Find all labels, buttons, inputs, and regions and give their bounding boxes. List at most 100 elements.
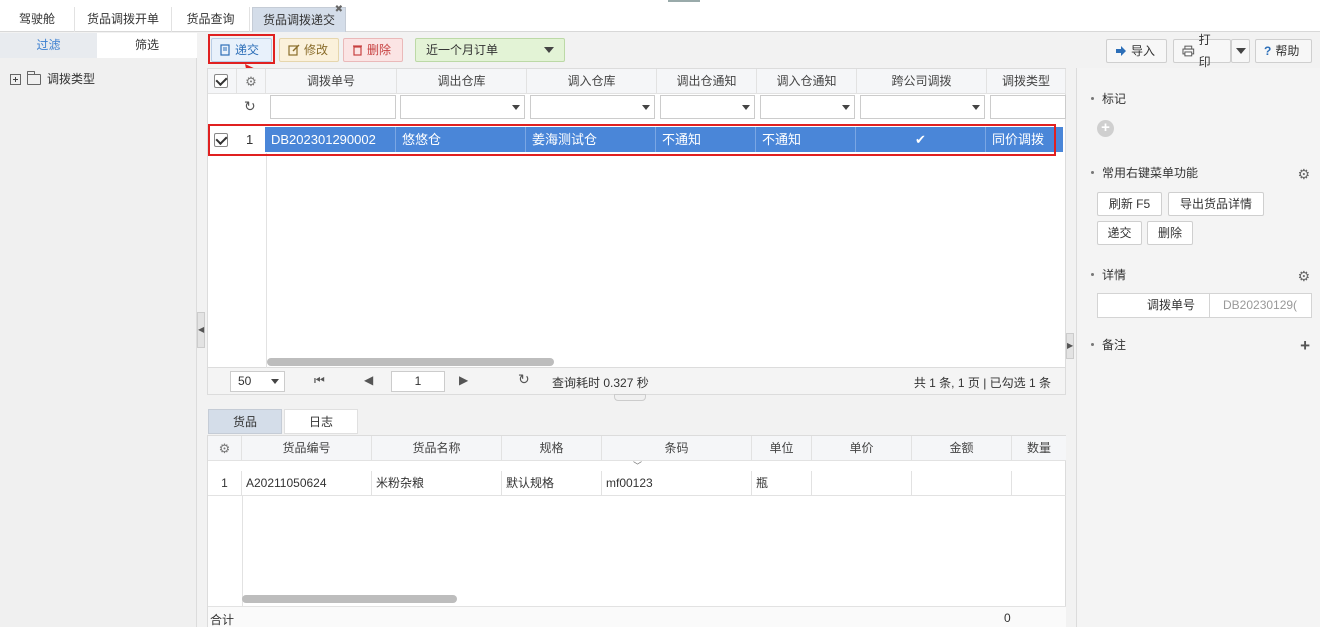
transfer-order-grid: ⚙ 调拨单号 调出仓库 调入仓库 调出仓通知 调入仓通知 跨公司调拨 调拨类型 … — [207, 68, 1066, 368]
tab-screen[interactable]: 筛选 — [97, 33, 197, 58]
header-select-all[interactable] — [208, 69, 237, 94]
summary-row: 合计 0 — [208, 606, 1066, 627]
chevron-down-icon — [842, 105, 850, 110]
export-goods-detail-button[interactable]: 导出货品详情 — [1168, 192, 1264, 216]
record-summary: 共 1 条, 1 页 | 已勾选 1 条 — [913, 376, 1051, 390]
menu-submit-button[interactable]: 递交 — [1097, 221, 1142, 245]
first-page-icon[interactable]: ⏮ — [314, 373, 325, 388]
goods-column-header[interactable]: 单位 — [752, 436, 812, 461]
add-mark-icon[interactable]: + — [1097, 120, 1114, 137]
filter-out-notice[interactable] — [660, 95, 755, 119]
column-settings[interactable]: ⚙ — [237, 69, 266, 94]
column-header[interactable]: 调出仓通知 — [657, 69, 757, 94]
close-icon[interactable]: ✖ — [335, 4, 343, 16]
page-number-input[interactable]: 1 — [391, 371, 445, 392]
tree-item-transfer-type[interactable]: 调拨类型 — [10, 70, 95, 87]
section-mark: 标记 — [1091, 90, 1126, 107]
column-divider — [242, 496, 243, 606]
add-note-icon[interactable]: + — [1300, 337, 1310, 354]
column-header[interactable]: 调拨类型 — [987, 69, 1066, 94]
column-header[interactable]: 调入仓通知 — [757, 69, 857, 94]
gear-icon[interactable]: ⚙ — [1297, 166, 1310, 183]
import-icon — [1116, 46, 1126, 56]
delete-button[interactable]: 删除 — [343, 38, 403, 62]
column-header[interactable]: 调出仓库 — [397, 69, 527, 94]
print-dropdown-button[interactable] — [1231, 39, 1250, 63]
right-side-panel: 标记 + 常用右键菜单功能 ⚙ 刷新 F5 导出货品详情 递交 删除 详情 ⚙ … — [1076, 68, 1320, 627]
chevron-down-icon — [1236, 48, 1246, 54]
gear-icon[interactable]: ⚙ — [245, 74, 257, 89]
filter-cross-company[interactable] — [860, 95, 985, 119]
tab-goods-query[interactable]: 货品查询 — [172, 7, 250, 32]
tab-goods[interactable]: 货品 — [208, 409, 282, 434]
goods-column-header[interactable]: 单价 — [812, 436, 912, 461]
trash-icon — [353, 45, 362, 56]
top-drag-handle — [668, 0, 700, 2]
edit-icon — [288, 44, 300, 56]
horizontal-scrollbar[interactable] — [242, 595, 457, 603]
help-label: 帮助 — [1275, 44, 1300, 58]
gear-icon[interactable]: ⚙ — [219, 441, 231, 456]
tab-filter[interactable]: 过滤 — [0, 33, 97, 58]
print-button[interactable]: 打印 — [1173, 33, 1231, 69]
left-filter-panel: 过滤 筛选 调拨类型 — [0, 33, 197, 627]
chevron-down-icon — [271, 379, 279, 384]
help-icon: ? — [1264, 44, 1272, 58]
bullet-icon — [1091, 343, 1094, 346]
goods-column-header[interactable]: 规格 — [502, 436, 602, 461]
section-menu-title: 常用右键菜单功能 — [1102, 166, 1199, 180]
edit-button[interactable]: 修改 — [279, 38, 339, 62]
filter-transfer-type[interactable] — [990, 95, 1066, 119]
import-button[interactable]: 导入 — [1106, 39, 1167, 63]
sum-value: 0 — [1004, 611, 1011, 625]
section-note: 备注 — [1091, 336, 1126, 353]
tab-log[interactable]: 日志 — [284, 409, 358, 434]
goods-column-settings[interactable]: ⚙ — [208, 436, 242, 461]
collapse-left-handle[interactable]: ◀ — [197, 312, 205, 348]
prev-page-icon[interactable]: ◀ — [364, 373, 373, 387]
cell-goods-barcode: mf00123 — [602, 471, 752, 496]
column-header[interactable]: 跨公司调拨 — [857, 69, 987, 94]
filter-out-warehouse[interactable] — [400, 95, 525, 119]
horizontal-scrollbar[interactable] — [267, 358, 554, 366]
goods-grid: ⚙ 货品编号 货品名称 规格 条码 单位 单价 金额 数量 ﹀ 1 A20211… — [207, 435, 1066, 627]
select-all-checkbox[interactable] — [214, 74, 228, 88]
tab-transfer-submit[interactable]: 货品调拨递交 ✖ — [252, 4, 346, 32]
column-header[interactable]: 调入仓库 — [527, 69, 657, 94]
detail-field: 调拨单号 DB20230129( — [1097, 293, 1312, 318]
table-row[interactable]: 1 A20211050624 米粉杂粮 默认规格 mf00123 瓶 — [208, 471, 1066, 496]
goods-row-index: 1 — [208, 471, 242, 496]
bullet-icon — [1091, 273, 1094, 276]
filter-in-warehouse[interactable] — [530, 95, 655, 119]
expand-icon[interactable] — [10, 73, 21, 85]
print-label: 打印 — [1198, 33, 1211, 69]
goods-column-header[interactable]: 金额 — [912, 436, 1012, 461]
collapse-right-handle[interactable]: ▶ — [1066, 333, 1074, 359]
query-time: 查询耗时 0.327 秒 — [552, 376, 649, 390]
gear-icon[interactable]: ⚙ — [1297, 268, 1310, 285]
goods-column-header[interactable]: 数量 — [1012, 436, 1066, 461]
cell-goods-amount — [912, 471, 1012, 496]
column-divider — [266, 153, 267, 368]
menu-delete-button[interactable]: 删除 — [1147, 221, 1193, 245]
filter-order-no[interactable] — [270, 95, 396, 119]
tab-transfer-submit-label: 货品调拨递交 — [262, 13, 335, 27]
vertical-splitter-handle[interactable] — [614, 394, 646, 401]
next-page-icon[interactable]: ▶ — [459, 373, 468, 387]
tab-cockpit[interactable]: 驾驶舱 — [0, 7, 75, 32]
pagination-bar: 50 ⏮ ◀ 1 ▶ ↻ 查询耗时 0.327 秒 共 1 条, 1 页 | 已… — [207, 368, 1066, 395]
tab-transfer-create[interactable]: 货品调拨开单 — [75, 7, 172, 32]
goods-column-header[interactable]: 货品名称 — [372, 436, 502, 461]
refresh-f5-button[interactable]: 刷新 F5 — [1097, 192, 1162, 216]
import-label: 导入 — [1131, 44, 1156, 58]
goods-column-header[interactable]: 条码 — [602, 436, 752, 461]
reload-icon[interactable]: ↻ — [518, 371, 530, 388]
column-header[interactable]: 调拨单号 — [266, 69, 397, 94]
goods-column-header[interactable]: 货品编号 — [242, 436, 372, 461]
period-select[interactable]: 近一个月订单 — [415, 38, 565, 62]
filter-in-notice[interactable] — [760, 95, 855, 119]
printer-icon — [1182, 45, 1195, 57]
page-size-select[interactable]: 50 — [230, 371, 285, 392]
refresh-icon[interactable]: ↻ — [244, 98, 256, 115]
help-button[interactable]: ? 帮助 — [1255, 39, 1312, 63]
